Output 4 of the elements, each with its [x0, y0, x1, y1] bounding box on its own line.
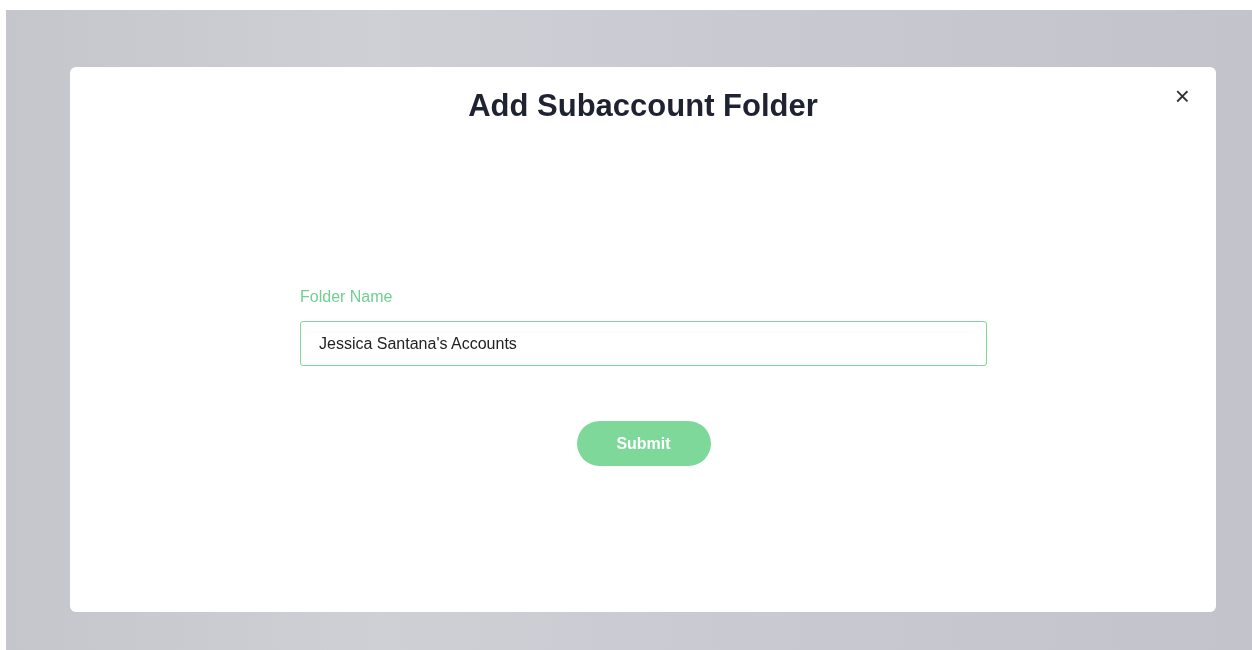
close-button[interactable]: ×	[1170, 81, 1194, 111]
input-field[interactable]: Jessica Santana's Accounts	[300, 321, 987, 367]
dialog-title: Add Subaccount Folder	[468, 87, 818, 125]
field-label: Folder Name	[300, 287, 393, 308]
